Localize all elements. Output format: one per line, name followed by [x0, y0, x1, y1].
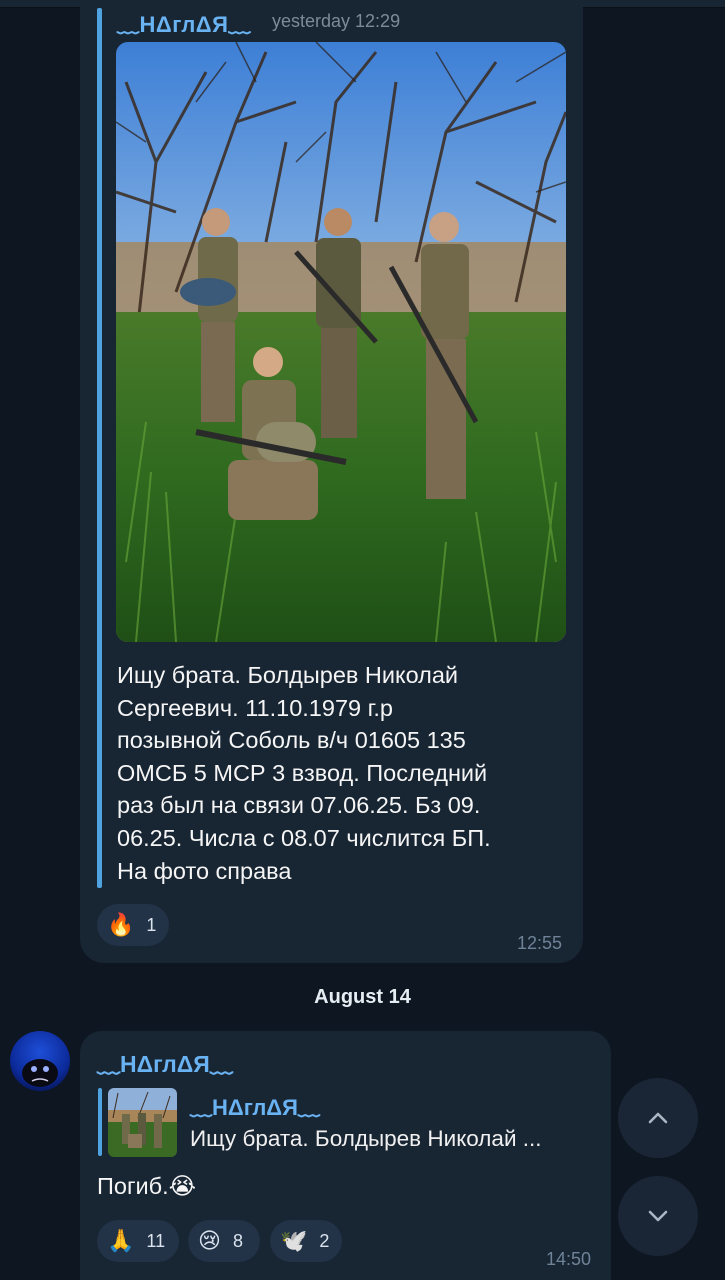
- reply-accent-bar: [98, 1088, 102, 1156]
- reaction-count: 2: [319, 1230, 330, 1251]
- fire-emoji-icon: 🔥: [107, 912, 135, 937]
- scroll-up-button[interactable]: [618, 1078, 698, 1158]
- forwarded-sender-name[interactable]: ﹏НΔглΔЯ﹏: [117, 7, 251, 39]
- forward-accent-bar: [97, 8, 102, 888]
- quoted-message-text: Ищу брата. Болдырев Николай ...: [190, 1126, 542, 1151]
- sender-name[interactable]: ﹏НΔглΔЯ﹏: [97, 1045, 233, 1079]
- message-photo[interactable]: [116, 42, 566, 642]
- crying-emoji-icon: 😢: [198, 1228, 221, 1253]
- message-time: 14:50: [546, 1249, 592, 1269]
- pray-emoji-icon: 🙏: [107, 1228, 135, 1253]
- avatar-image: [10, 1031, 70, 1091]
- reaction-pray[interactable]: 🙏 11: [97, 1220, 179, 1262]
- photo-soldiers-image: [116, 42, 566, 642]
- reaction-count: 1: [146, 914, 157, 935]
- reply-message-text: Погиб.😭: [97, 1173, 197, 1199]
- reaction-cry[interactable]: 😢 8: [188, 1220, 260, 1262]
- chevron-up-icon: [648, 1112, 668, 1124]
- reaction-fire[interactable]: 🔥 1: [97, 904, 169, 946]
- scroll-down-button[interactable]: [618, 1176, 698, 1256]
- reply-thumbnail[interactable]: [108, 1088, 177, 1157]
- date-separator: August 14: [314, 986, 411, 1008]
- reply-thumbnail-image: [108, 1088, 177, 1157]
- reaction-count: 8: [232, 1230, 243, 1251]
- forwarded-timestamp: yesterday 12:29: [272, 11, 401, 31]
- dove-emoji-icon: 🕊️: [280, 1228, 308, 1253]
- quoted-sender-name: ﹏НΔглΔЯ﹏: [190, 1095, 320, 1120]
- reaction-dove[interactable]: 🕊️ 2: [270, 1220, 342, 1262]
- forwarded-message-text: Ищу брата. Болдырев Николай Сергеевич. 1…: [117, 662, 491, 884]
- message-time: 12:55: [517, 933, 563, 953]
- avatar[interactable]: [10, 1031, 70, 1091]
- reaction-count: 11: [146, 1230, 166, 1251]
- chevron-down-icon: [648, 1210, 668, 1222]
